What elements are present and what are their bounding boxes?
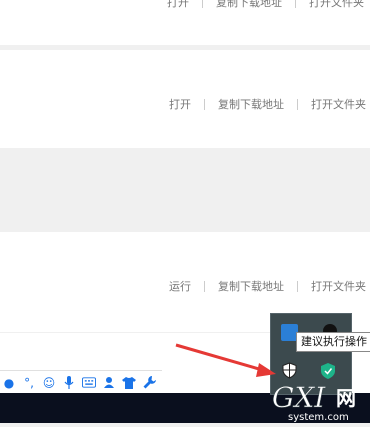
watermark-logo: GXI 网 system.com xyxy=(268,377,370,423)
svg-text:网: 网 xyxy=(336,386,356,410)
annotation-arrow xyxy=(175,343,276,377)
svg-text:GXI: GXI xyxy=(272,381,326,414)
svg-text:system.com: system.com xyxy=(288,412,349,423)
